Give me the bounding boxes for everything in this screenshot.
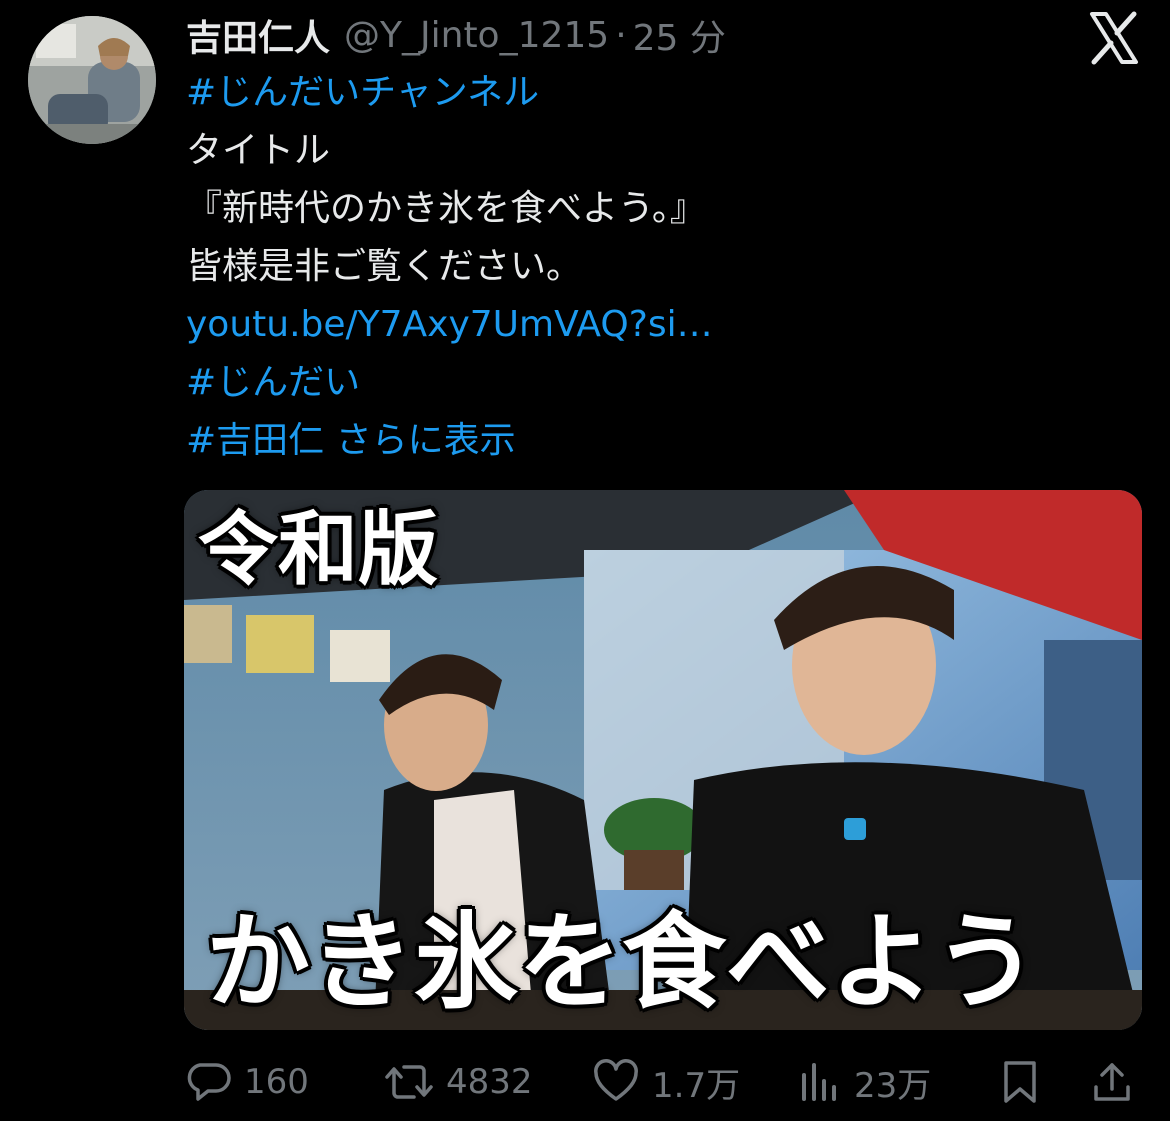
video-thumbnail[interactable]: 令和版 かき氷を食べよう — [184, 490, 1142, 1030]
share-button[interactable] — [1090, 1052, 1134, 1112]
youtube-link[interactable]: youtu.be/Y7Axy7UmVAQ?si… — [186, 296, 1146, 354]
hashtag-yoshida[interactable]: #吉田仁 — [186, 420, 324, 461]
author-handle[interactable]: @Y_Jinto_1215 — [344, 15, 609, 56]
reply-count: 160 — [244, 1062, 309, 1102]
like-button[interactable]: 1.7万 — [592, 1052, 740, 1112]
x-logo-icon — [1086, 10, 1142, 66]
reply-button[interactable]: 160 — [186, 1052, 309, 1112]
repost-count: 4832 — [446, 1062, 533, 1102]
bookmark-icon — [1004, 1061, 1036, 1103]
repost-icon — [385, 1065, 433, 1099]
text-title-label: タイトル — [186, 130, 331, 171]
text-please-watch: 皆様是非ご覧ください。 — [186, 246, 583, 287]
view-count: 23万 — [854, 1065, 932, 1106]
thumbnail-caption-top: 令和版 — [198, 503, 438, 596]
thumbnail-caption-bottom: かき氷を食べよう — [206, 901, 1039, 1023]
avatar[interactable] — [28, 16, 156, 144]
author-display-name[interactable]: 吉田仁人 — [186, 9, 330, 61]
hashtag-jindai[interactable]: #じんだい — [186, 354, 1146, 412]
like-count: 1.7万 — [652, 1065, 741, 1106]
tweet-timestamp[interactable]: 25 分 — [633, 9, 726, 61]
tweet-text: #じんだいチャンネル タイトル 『新時代のかき氷を食べよう。』 皆様是非ご覧くだ… — [186, 64, 1146, 470]
hashtag-jindai-channel[interactable]: #じんだいチャンネル — [186, 64, 1146, 122]
tweet-action-bar: 160 4832 1.7万 23万 — [186, 1052, 1142, 1112]
views-icon — [802, 1063, 836, 1101]
views-button[interactable]: 23万 — [798, 1052, 931, 1112]
tweet-header: 吉田仁人 @Y_Jinto_1215 · 25 分 — [186, 10, 726, 60]
heart-icon — [594, 1059, 638, 1101]
text-video-title: 『新時代のかき氷を食べよう。』 — [186, 188, 706, 229]
avatar-photo — [28, 16, 156, 144]
repost-button[interactable]: 4832 — [384, 1052, 533, 1112]
reply-icon — [187, 1063, 231, 1101]
share-icon — [1094, 1063, 1130, 1101]
header-separator: · — [615, 14, 627, 56]
show-more-link[interactable]: さらに表示 — [336, 420, 516, 461]
bookmark-button[interactable] — [998, 1052, 1042, 1112]
